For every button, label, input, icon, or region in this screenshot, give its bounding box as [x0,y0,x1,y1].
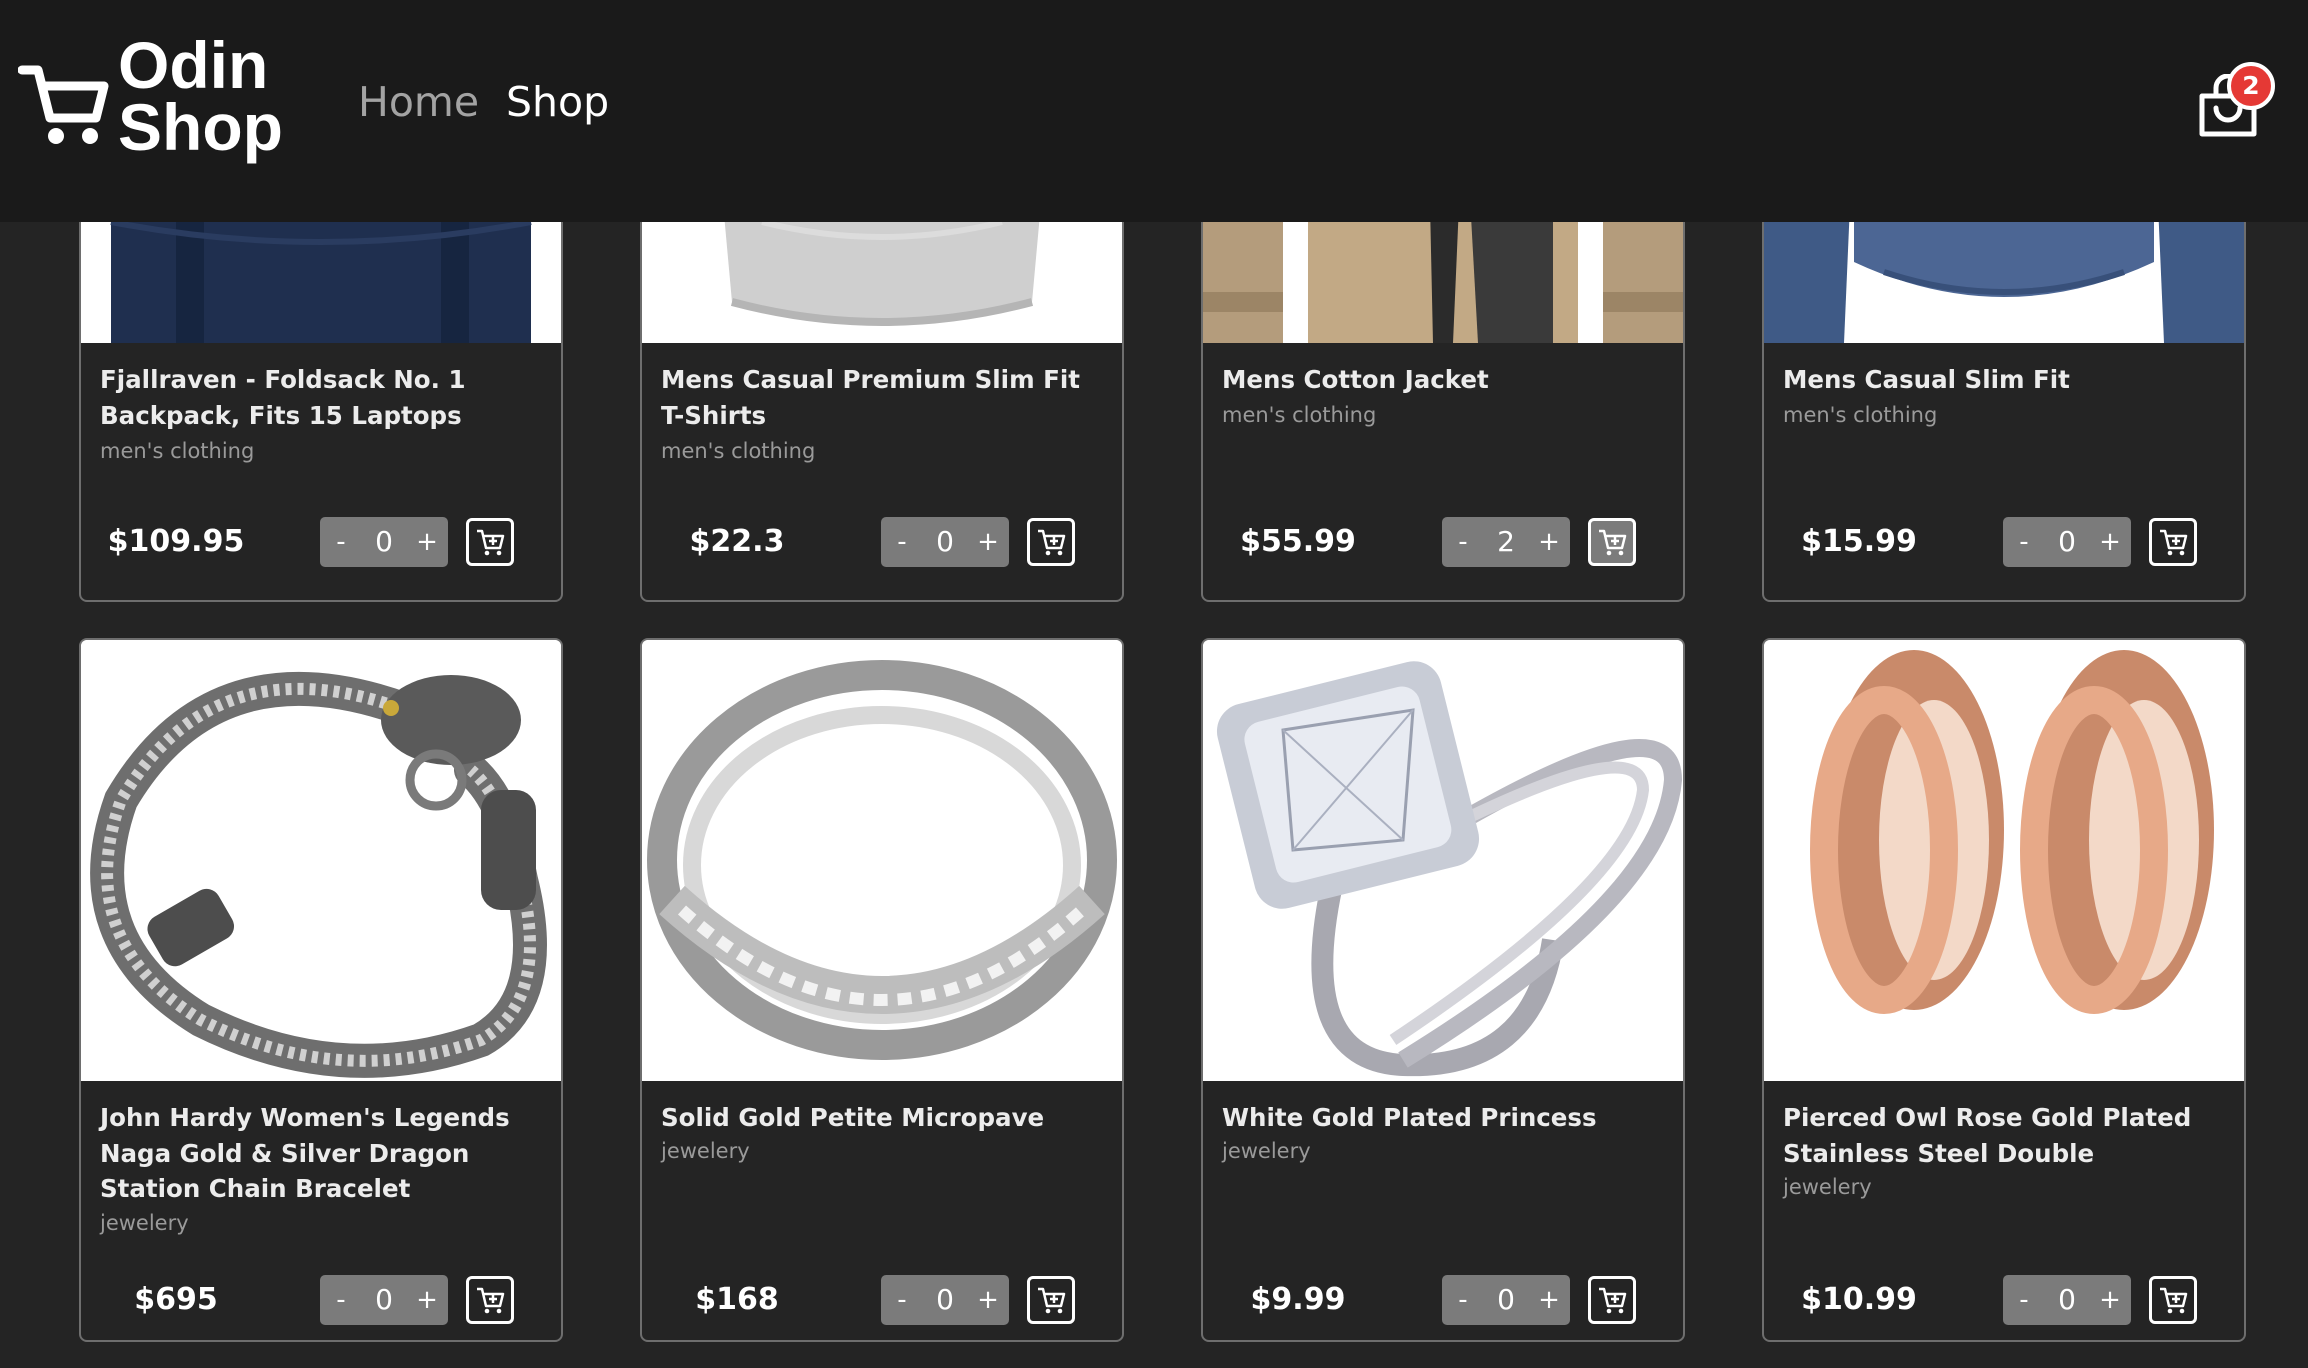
quantity-stepper: - 0 + [881,1275,1009,1325]
cart-plus-icon [477,529,505,556]
increment-button[interactable]: + [2099,517,2121,567]
product-card: Pierced Owl Rose Gold Plated Stainless S… [1762,638,2246,1342]
increment-button[interactable]: + [977,1275,999,1325]
increment-button[interactable]: + [416,517,438,567]
product-category: men's clothing [100,439,255,463]
cart-plus-icon [1599,1287,1627,1314]
quantity-value[interactable]: 0 [1497,1275,1515,1325]
add-to-cart-button[interactable] [1027,518,1075,566]
add-to-cart-button[interactable] [2149,1276,2197,1324]
decrement-button[interactable]: - [330,517,352,567]
product-title: White Gold Plated Princess [1222,1103,1597,1132]
site-header: Odin Shop Home Shop 2 [0,0,2308,222]
nav-home-link[interactable]: Home [358,74,479,130]
quantity-value[interactable]: 0 [2058,517,2076,567]
quantity-stepper: - 0 + [320,1275,448,1325]
product-category: jewelery [1222,1139,1311,1163]
product-card: Solid Gold Petite Micropave jewelery $16… [640,638,1124,1342]
decrement-button[interactable]: - [330,1275,352,1325]
product-card: White Gold Plated Princess jewelery $9.9… [1201,638,1685,1342]
product-price: $10.99 [1801,1282,1917,1317]
decrement-button[interactable]: - [2013,517,2035,567]
product-price: $168 [695,1282,779,1317]
add-to-cart-button[interactable] [466,1276,514,1324]
add-to-cart-button[interactable] [2149,518,2197,566]
product-title: Fjallraven - Foldsack No. 1 Backpack, Fi… [100,365,466,430]
product-title: Pierced Owl Rose Gold Plated Stainless S… [1783,1103,2192,1168]
cart-plus-icon [1038,529,1066,556]
product-category: men's clothing [661,439,816,463]
quantity-stepper: - 2 + [1442,517,1570,567]
product-title: Mens Casual Slim Fit [1783,365,2070,394]
product-price: $15.99 [1801,524,1917,559]
decrement-button[interactable]: - [891,517,913,567]
product-title: Mens Casual Premium Slim Fit T-Shirts [661,365,1080,430]
cart-plus-icon [2160,529,2188,556]
cart-plus-icon [1038,1287,1066,1314]
brand-logo[interactable]: Odin Shop [118,28,283,164]
quantity-stepper: - 0 + [2003,517,2131,567]
increment-button[interactable]: + [2099,1275,2121,1325]
brand-name-line2: Shop [118,90,283,164]
cart-count-badge: 2 [2227,62,2275,110]
nav-shop-link[interactable]: Shop [506,74,609,130]
add-to-cart-button[interactable] [466,518,514,566]
product-title: Solid Gold Petite Micropave [661,1103,1045,1132]
quantity-stepper: - 0 + [2003,1275,2131,1325]
quantity-value[interactable]: 0 [2058,1275,2076,1325]
product-category: men's clothing [1222,403,1377,427]
decrement-button[interactable]: - [1452,517,1474,567]
quantity-value[interactable]: 0 [936,1275,954,1325]
quantity-value[interactable]: 2 [1497,517,1515,567]
product-image-ring-micropave [642,640,1122,1081]
quantity-stepper: - 0 + [320,517,448,567]
quantity-stepper: - 0 + [1442,1275,1570,1325]
product-category: jewelery [661,1139,750,1163]
product-image-princess-ring [1203,640,1683,1081]
add-to-cart-button[interactable] [1588,1276,1636,1324]
decrement-button[interactable]: - [891,1275,913,1325]
increment-button[interactable]: + [416,1275,438,1325]
product-title: Mens Cotton Jacket [1222,365,1489,394]
shopping-cart-icon [18,65,109,144]
product-price: $9.99 [1250,1282,1346,1317]
increment-button[interactable]: + [1538,1275,1560,1325]
product-image-rose-gold-plugs [1764,640,2244,1081]
product-category: jewelery [100,1211,189,1235]
brand-name-line1: Odin [118,28,269,102]
increment-button[interactable]: + [977,517,999,567]
quantity-value[interactable]: 0 [375,1275,393,1325]
product-category: men's clothing [1783,403,1938,427]
product-card: John Hardy Women's Legends Naga Gold & S… [79,638,563,1342]
product-title: John Hardy Women's Legends Naga Gold & S… [100,1103,510,1203]
product-price: $109.95 [107,524,245,559]
quantity-value[interactable]: 0 [375,517,393,567]
product-price: $55.99 [1240,524,1356,559]
product-image-bracelet [81,640,561,1081]
cart-plus-icon [1599,529,1627,556]
cart-plus-icon [477,1287,505,1314]
increment-button[interactable]: + [1538,517,1560,567]
quantity-value[interactable]: 0 [936,517,954,567]
quantity-stepper: - 0 + [881,517,1009,567]
add-to-cart-button[interactable] [1027,1276,1075,1324]
cart-plus-icon [2160,1287,2188,1314]
product-price: $695 [134,1282,218,1317]
product-price: $22.3 [689,524,785,559]
add-to-cart-button[interactable] [1588,518,1636,566]
decrement-button[interactable]: - [2013,1275,2035,1325]
product-category: jewelery [1783,1175,1872,1199]
decrement-button[interactable]: - [1452,1275,1474,1325]
